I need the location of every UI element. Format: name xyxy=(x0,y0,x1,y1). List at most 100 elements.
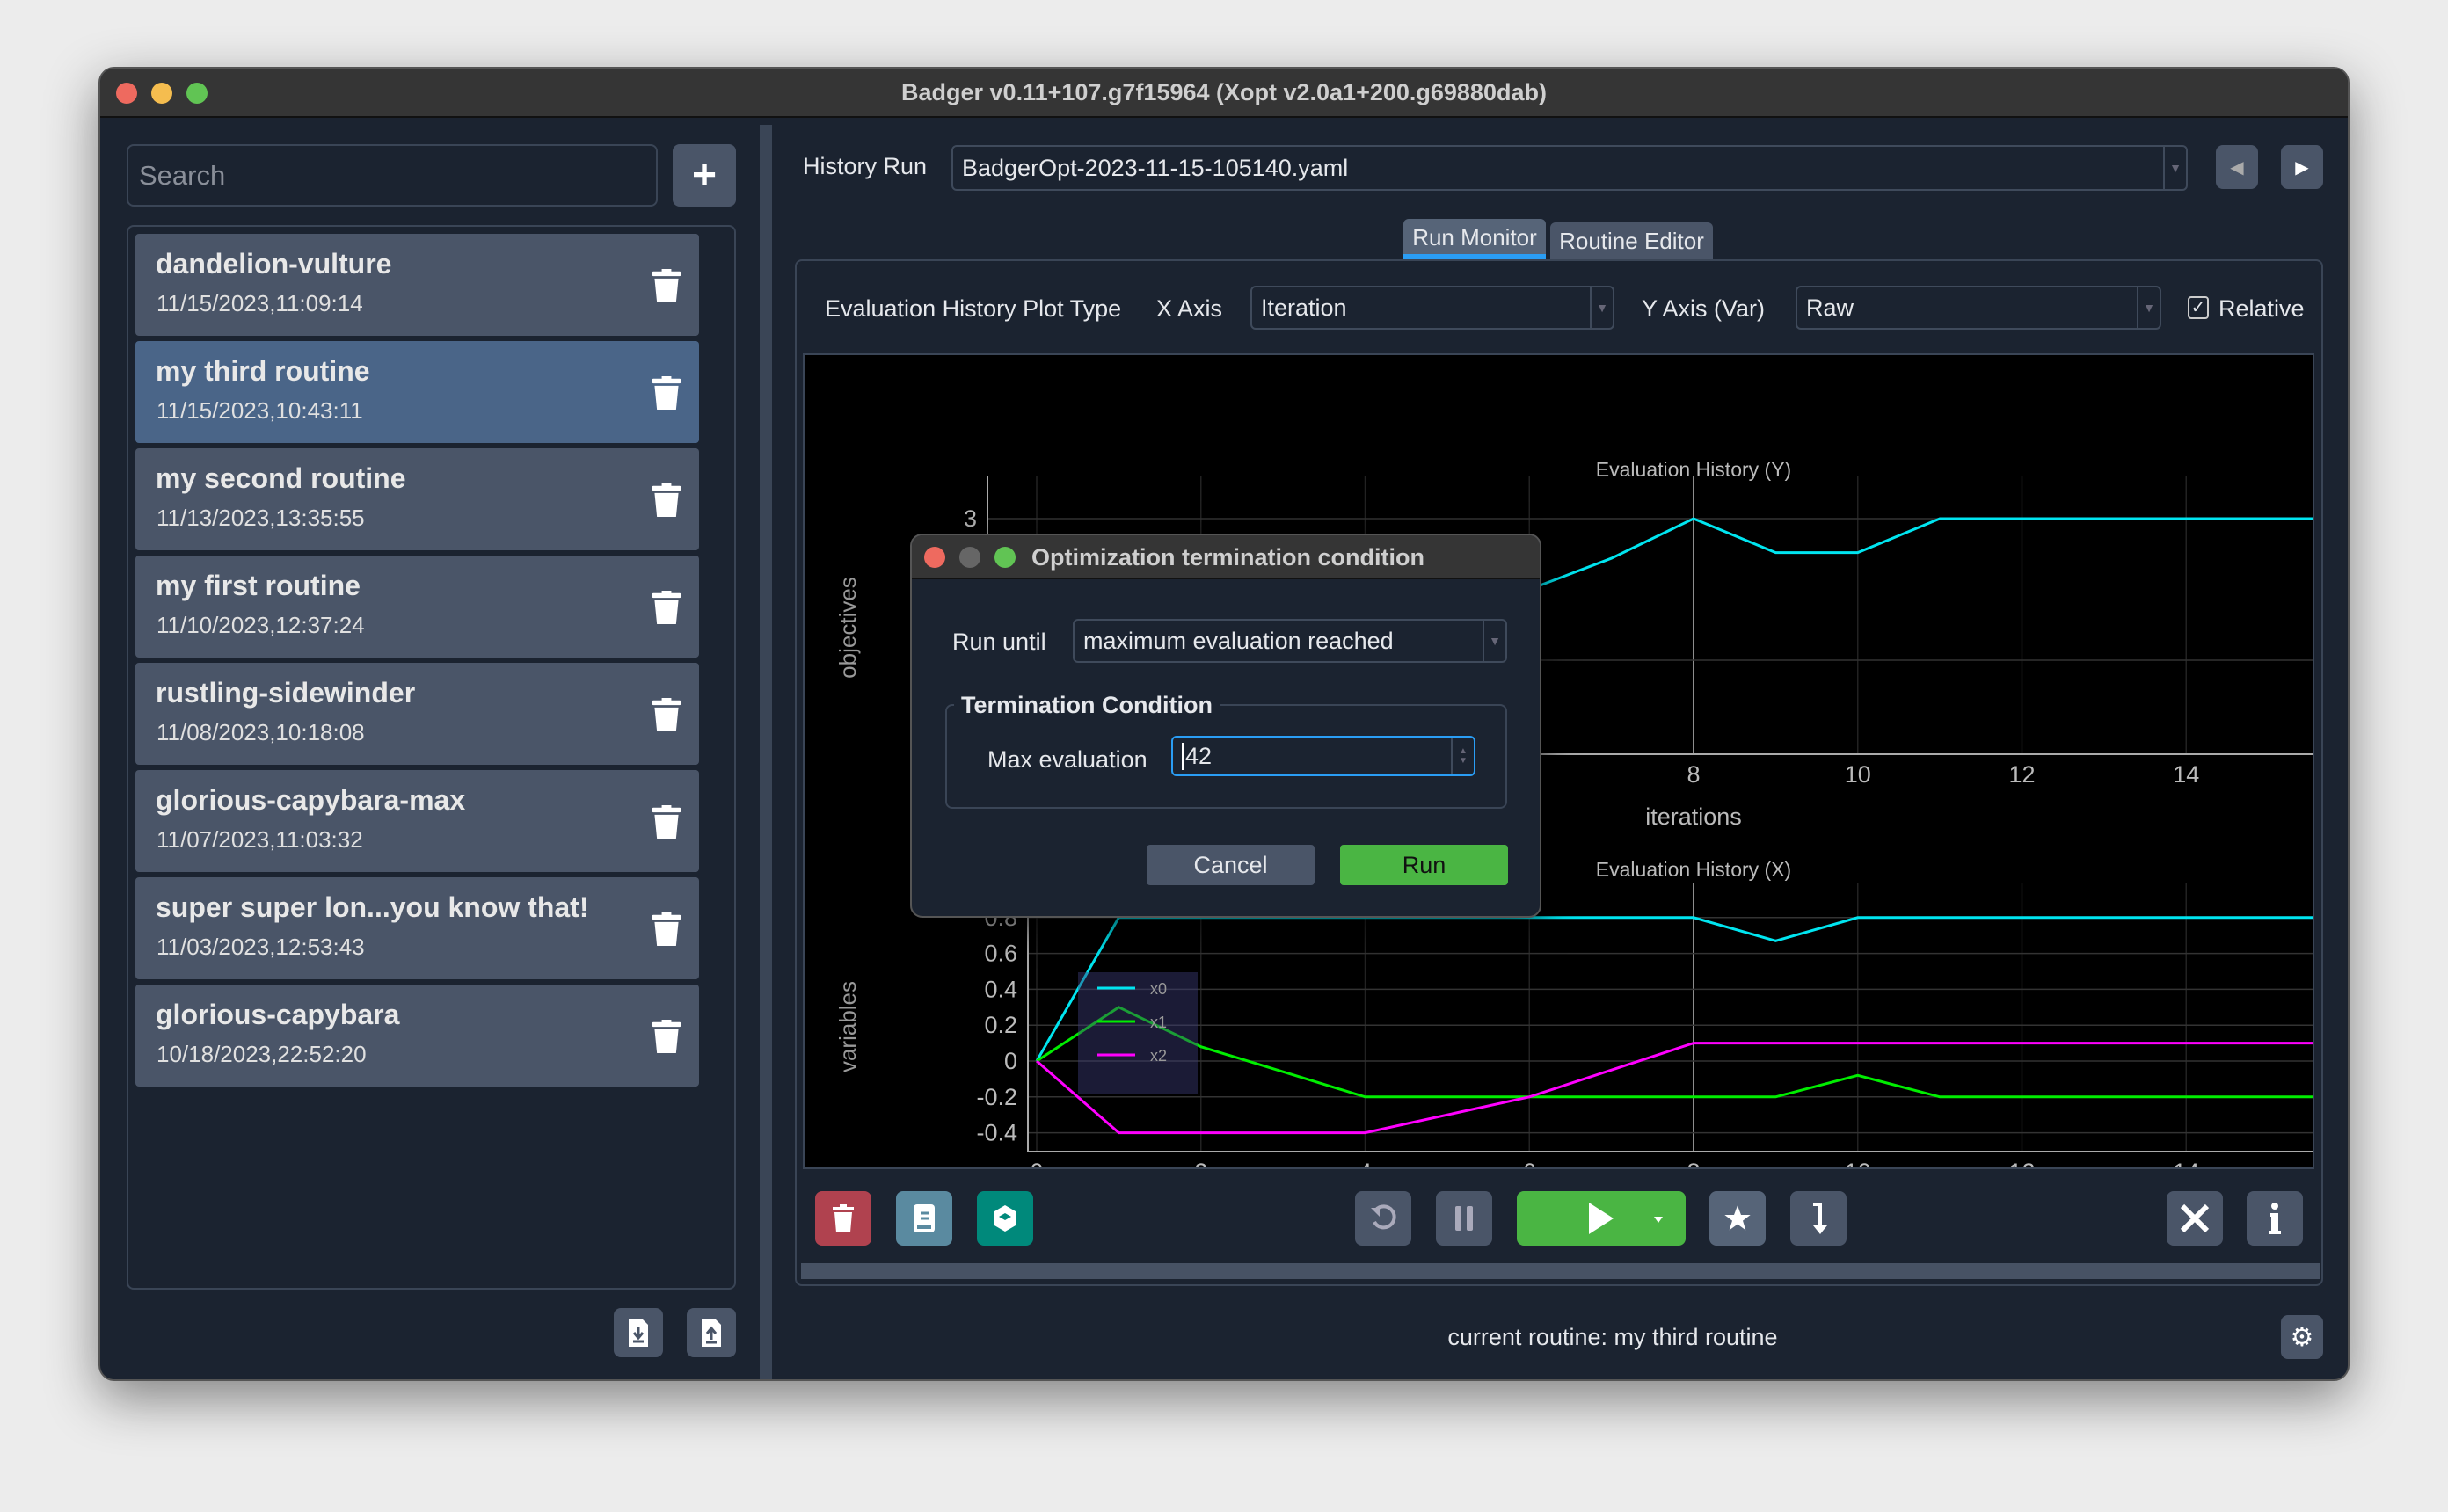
trash-icon[interactable] xyxy=(652,269,681,302)
x-tick-label: 12 xyxy=(2008,761,2035,788)
trash-icon[interactable] xyxy=(652,1020,681,1053)
routine-list: dandelion-vulture 11/15/2023,11:09:14 my… xyxy=(127,225,736,1290)
y-tick-label: 0.2 xyxy=(984,1012,1017,1038)
run-until-select[interactable]: maximum evaluation reached ▼ xyxy=(1073,619,1507,663)
tools-button[interactable] xyxy=(2167,1191,2223,1246)
x-tick-label: 4 xyxy=(1359,1159,1372,1167)
reset-icon xyxy=(1371,1204,1396,1230)
x-axis-label: X Axis xyxy=(1156,295,1223,322)
dialog-maximize-button[interactable] xyxy=(994,547,1016,568)
y-axis-label: objectives xyxy=(834,577,861,679)
settings-button[interactable]: ⚙ xyxy=(2281,1315,2323,1359)
routine-date: 11/10/2023,12:37:24 xyxy=(157,612,365,638)
chart-title: Evaluation History (Y) xyxy=(1596,458,1791,481)
routine-name: super super lon...you know that! xyxy=(156,891,589,923)
run-until-label: Run until xyxy=(952,629,1046,655)
splitter-handle[interactable] xyxy=(760,125,772,1379)
x-tick-label: 2 xyxy=(1194,1159,1207,1167)
trash-icon[interactable] xyxy=(652,805,681,839)
routine-list-item[interactable]: my second routine 11/13/2023,13:35:55 xyxy=(135,448,699,550)
tab-routine-editor[interactable]: Routine Editor xyxy=(1550,222,1713,259)
routine-list-item[interactable]: rustling-sidewinder 11/08/2023,10:18:08 xyxy=(135,663,699,765)
trash-icon[interactable] xyxy=(652,376,681,410)
app-window: Badger v0.11+107.g7f15964 (Xopt v2.0a1+2… xyxy=(98,67,2350,1381)
routine-date: 10/18/2023,22:52:20 xyxy=(157,1041,367,1067)
y-axis-select[interactable]: Raw ▼ xyxy=(1796,286,2161,330)
x-tick-label: 8 xyxy=(1687,1159,1700,1167)
routine-name: rustling-sidewinder xyxy=(156,677,416,709)
history-run-value: BadgerOpt-2023-11-15-105140.yaml xyxy=(962,154,1349,181)
routine-list-item[interactable]: my third routine 11/15/2023,10:43:11 xyxy=(135,341,699,443)
reset-button[interactable] xyxy=(1355,1191,1411,1246)
status-text: current routine: my third routine xyxy=(1447,1324,1778,1350)
routine-date: 11/15/2023,10:43:11 xyxy=(157,397,363,424)
chevron-down-icon: ▼ xyxy=(1590,287,1613,328)
delete-run-button[interactable] xyxy=(815,1191,871,1246)
legend-label: x0 xyxy=(1150,980,1167,998)
delete-icon xyxy=(833,1204,854,1232)
history-run-label: History Run xyxy=(803,153,928,179)
dialog-close-button[interactable] xyxy=(924,547,945,568)
max-evaluation-spinbox[interactable]: 42 ▲ ▼ xyxy=(1171,736,1475,776)
x-tick-label: 10 xyxy=(1845,761,1871,788)
tab-run-monitor[interactable]: Run Monitor xyxy=(1403,219,1546,259)
series-line-x1 xyxy=(1036,1006,2348,1099)
trash-icon[interactable] xyxy=(652,591,681,624)
routine-name: dandelion-vulture xyxy=(156,248,392,280)
tools-icon xyxy=(2180,1203,2210,1233)
chevron-right-icon: ▶ xyxy=(2295,157,2309,178)
x-tick-label: 14 xyxy=(2173,761,2199,788)
history-run-select[interactable]: BadgerOpt-2023-11-15-105140.yaml ▼ xyxy=(951,145,2188,191)
y-axis-label: variables xyxy=(834,981,861,1072)
trash-icon[interactable] xyxy=(652,483,681,517)
y-tick-label: -0.4 xyxy=(976,1120,1017,1146)
trash-icon[interactable] xyxy=(652,912,681,946)
dialog-minimize-button xyxy=(959,547,980,568)
favorite-button[interactable] xyxy=(1709,1191,1766,1246)
info-button[interactable] xyxy=(2247,1191,2303,1246)
x-tick-label: 10 xyxy=(1845,1159,1871,1167)
routine-list-item[interactable]: glorious-capybara 10/18/2023,22:52:20 xyxy=(135,985,699,1087)
pause-button[interactable] xyxy=(1436,1191,1492,1246)
dialog-run-button[interactable]: Run xyxy=(1340,845,1508,885)
search-input[interactable]: Search xyxy=(127,144,658,207)
extensions-button[interactable] xyxy=(977,1191,1033,1246)
x-tick-label: 14 xyxy=(2173,1159,2199,1167)
spin-arrows-icon[interactable]: ▲ ▼ xyxy=(1451,738,1474,774)
termination-group-title: Termination Condition xyxy=(954,692,1220,719)
panel-resize-handle[interactable] xyxy=(801,1263,2320,1279)
info-icon xyxy=(2269,1203,2281,1234)
chevron-left-icon: ◀ xyxy=(2230,157,2244,178)
routine-date: 11/07/2023,11:03:32 xyxy=(157,826,363,853)
extensions-icon xyxy=(994,1205,1016,1232)
y-tick-label: 0.6 xyxy=(984,941,1017,967)
logbook-button[interactable] xyxy=(896,1191,952,1246)
jump-to-optimum-button[interactable] xyxy=(1790,1191,1847,1246)
run-button[interactable] xyxy=(1517,1191,1686,1246)
dialog-title-bar: Optimization termination condition xyxy=(912,535,1540,579)
routine-list-item[interactable]: dandelion-vulture 11/15/2023,11:09:14 xyxy=(135,234,699,336)
cancel-button[interactable]: Cancel xyxy=(1147,845,1315,885)
trash-icon[interactable] xyxy=(652,698,681,731)
prev-run-button[interactable]: ◀ xyxy=(2216,145,2258,189)
check-icon: ✓ xyxy=(2190,298,2206,317)
logbook-icon xyxy=(914,1204,935,1232)
export-button[interactable] xyxy=(687,1308,736,1357)
routine-list-item[interactable]: my first routine 11/10/2023,12:37:24 xyxy=(135,556,699,658)
chevron-down-icon: ▼ xyxy=(1483,621,1505,661)
add-routine-button[interactable]: + xyxy=(673,144,736,207)
y-tick-label: 0.4 xyxy=(984,976,1017,1002)
next-run-button[interactable]: ▶ xyxy=(2281,145,2323,189)
x-axis-select[interactable]: Iteration ▼ xyxy=(1250,286,1614,330)
x-axis-label: iterations xyxy=(1645,803,1742,830)
termination-dialog: Optimization termination condition Run u… xyxy=(910,534,1541,918)
import-button[interactable] xyxy=(614,1308,663,1357)
chevron-down-icon: ▼ xyxy=(2137,287,2160,328)
search-placeholder: Search xyxy=(139,159,226,191)
legend-box xyxy=(1078,972,1198,1094)
routine-list-item[interactable]: super super lon...you know that! 11/03/2… xyxy=(135,877,699,979)
routine-list-item[interactable]: glorious-capybara-max 11/07/2023,11:03:3… xyxy=(135,770,699,872)
relative-checkbox[interactable]: ✓ xyxy=(2188,296,2209,319)
jump-icon xyxy=(1813,1203,1827,1234)
chart-title: Evaluation History (X) xyxy=(1596,858,1791,881)
